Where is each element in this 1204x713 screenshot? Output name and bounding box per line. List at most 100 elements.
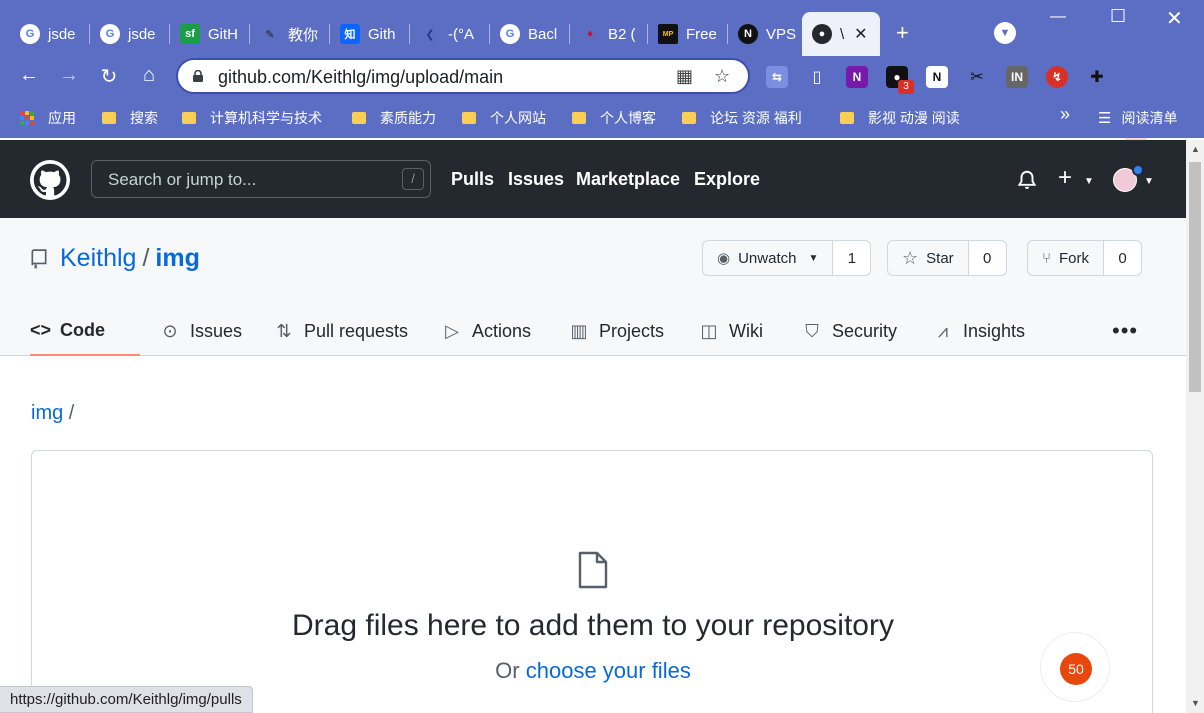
scroll-up-icon[interactable]: ▲: [1191, 144, 1200, 154]
folder-icon: [462, 112, 476, 124]
watch-count[interactable]: 1: [833, 240, 872, 276]
page-scrollbar[interactable]: ▲ ▼: [1186, 140, 1204, 713]
reading-list-button[interactable]: ☰ 阅读清单: [1098, 108, 1177, 128]
home-icon[interactable]: ⌂: [136, 64, 162, 87]
minimize-icon[interactable]: —: [1050, 8, 1066, 26]
tab-label: Security: [832, 320, 898, 341]
tab-issues[interactable]: ⊙ Issues: [160, 306, 242, 356]
puzzle-extensions-icon[interactable]: ✚: [1086, 66, 1108, 88]
browser-tab[interactable]: G jsde: [10, 12, 90, 56]
repo-separator: /: [142, 244, 150, 272]
forward-icon[interactable]: →: [56, 64, 82, 87]
star-count[interactable]: 0: [968, 240, 1007, 276]
unwatch-label: Unwatch: [738, 249, 797, 267]
upload-dropzone[interactable]: Drag files here to add them to your repo…: [31, 450, 1153, 713]
flame-icon: ♦: [587, 28, 593, 40]
address-bar[interactable]: github.com/Keithlg/img/upload/main ▦ ☆: [176, 58, 750, 94]
nav-marketplace[interactable]: Marketplace: [576, 169, 680, 190]
browser-tab[interactable]: ❮ -(°A: [410, 12, 490, 56]
tab-label: Projects: [599, 320, 665, 341]
nav-issues[interactable]: Issues: [508, 169, 564, 190]
breadcrumb: img /: [31, 402, 74, 425]
tab-title: GitH: [208, 25, 238, 43]
bookmark-folder[interactable]: 计算机科学与技术: [182, 108, 322, 128]
tab-label: Wiki: [729, 320, 763, 341]
onenote-extension-icon[interactable]: N: [846, 66, 868, 88]
tab-search-icon[interactable]: ▼: [994, 22, 1016, 44]
fork-count[interactable]: 0: [1104, 240, 1143, 276]
unwatch-button[interactable]: ◉ Unwatch ▼: [702, 240, 834, 276]
repo-title: Keithlg / img: [30, 244, 200, 273]
play-icon: ▷: [445, 320, 459, 341]
bookmark-label: 个人网站: [490, 110, 546, 126]
github-logo-icon[interactable]: [30, 160, 70, 200]
breadcrumb-separator: /: [68, 402, 75, 424]
window-close-icon[interactable]: ✕: [1166, 6, 1183, 31]
tab-actions[interactable]: ▷ Actions: [442, 306, 531, 356]
arrow-logo-icon: ❮: [425, 28, 435, 41]
fork-label: Fork: [1059, 249, 1090, 267]
notion-extension-icon[interactable]: N: [926, 66, 948, 88]
create-new-icon[interactable]: +: [1058, 164, 1072, 192]
close-icon[interactable]: ✕: [854, 24, 867, 44]
browser-tab[interactable]: 知 Gith: [330, 12, 410, 56]
browser-tab-active[interactable]: ● \ ✕: [802, 12, 880, 56]
github-search-input[interactable]: Search or jump to... /: [91, 160, 431, 198]
nav-explore[interactable]: Explore: [694, 169, 760, 190]
browser-tab[interactable]: N VPS: [728, 12, 800, 56]
translate-extension-icon[interactable]: ⇆: [766, 66, 788, 88]
scrollbar-thumb[interactable]: [1189, 162, 1201, 392]
bookmark-star-icon[interactable]: ☆: [714, 66, 730, 87]
floating-counter-widget[interactable]: 50: [1040, 632, 1110, 702]
bookmark-folder[interactable]: 影视 动漫 阅读: [840, 108, 960, 128]
star-button[interactable]: ☆ Star: [887, 240, 969, 276]
browser-tab[interactable]: G Bacl: [490, 12, 570, 56]
bell-icon[interactable]: [1016, 168, 1038, 192]
bookmark-apps[interactable]: 应用: [20, 108, 76, 128]
tab-title: 教你: [288, 26, 319, 44]
fork-button[interactable]: ⑂ Fork: [1027, 240, 1105, 276]
new-tab-button[interactable]: +: [896, 20, 909, 46]
tab-projects[interactable]: ▥ Projects: [569, 306, 664, 356]
folder-icon: [102, 112, 116, 124]
tab-code[interactable]: <> Code: [30, 306, 140, 356]
bookmark-folder[interactable]: 个人网站: [462, 108, 546, 128]
folder-icon: [682, 112, 696, 124]
tab-wiki[interactable]: ◫ Wiki: [699, 306, 763, 356]
fork-icon: ⑂: [1042, 249, 1052, 267]
bookmark-extension-icon[interactable]: ▯: [806, 66, 828, 88]
bookmarks-overflow-icon[interactable]: »: [1060, 104, 1070, 125]
star-label: Star: [926, 249, 954, 267]
bookmark-folder[interactable]: 搜索: [102, 108, 158, 128]
nav-pulls[interactable]: Pulls: [451, 169, 494, 190]
red-extension-icon[interactable]: ↯: [1046, 66, 1068, 88]
browser-tab[interactable]: ✎ 教你: [250, 12, 330, 56]
repo-name-link[interactable]: img: [155, 244, 199, 273]
bookmark-folder[interactable]: 个人博客: [572, 108, 656, 128]
browser-tab[interactable]: G jsde: [90, 12, 170, 56]
tab-title: jsde: [128, 25, 156, 43]
breadcrumb-repo-link[interactable]: img: [31, 402, 63, 424]
tab-insights[interactable]: ⩘ Insights: [933, 306, 1025, 356]
choose-files-link[interactable]: choose your files: [526, 658, 691, 683]
back-icon[interactable]: ←: [16, 64, 42, 87]
browser-tab[interactable]: MP Free: [648, 12, 728, 56]
apps-grid-icon: [20, 111, 34, 125]
browser-tab[interactable]: sf GitH: [170, 12, 250, 56]
browser-tab[interactable]: ♦ B2 (: [570, 12, 648, 56]
folder-icon: [182, 112, 196, 124]
in-extension-icon[interactable]: IN: [1006, 66, 1028, 88]
bookmark-folder[interactable]: 论坛 资源 福利: [682, 108, 802, 128]
browser-toolbar: ← → ↻ ⌂ github.com/Keithlg/img/upload/ma…: [0, 56, 1204, 148]
scissors-extension-icon[interactable]: ✂: [966, 66, 988, 88]
qr-code-icon[interactable]: ▦: [676, 66, 693, 87]
repo-owner-link[interactable]: Keithlg: [60, 244, 136, 273]
tab-security[interactable]: ⛉ Security: [802, 306, 897, 356]
status-dot: [1132, 164, 1144, 176]
tab-pull-requests[interactable]: ⇅ Pull requests: [274, 306, 408, 356]
reload-icon[interactable]: ↻: [96, 64, 122, 89]
more-tabs-icon[interactable]: •••: [1112, 318, 1138, 344]
bookmark-folder[interactable]: 素质能力: [352, 108, 436, 128]
maximize-icon[interactable]: ☐: [1110, 6, 1126, 27]
scroll-down-icon[interactable]: ▼: [1191, 698, 1200, 708]
